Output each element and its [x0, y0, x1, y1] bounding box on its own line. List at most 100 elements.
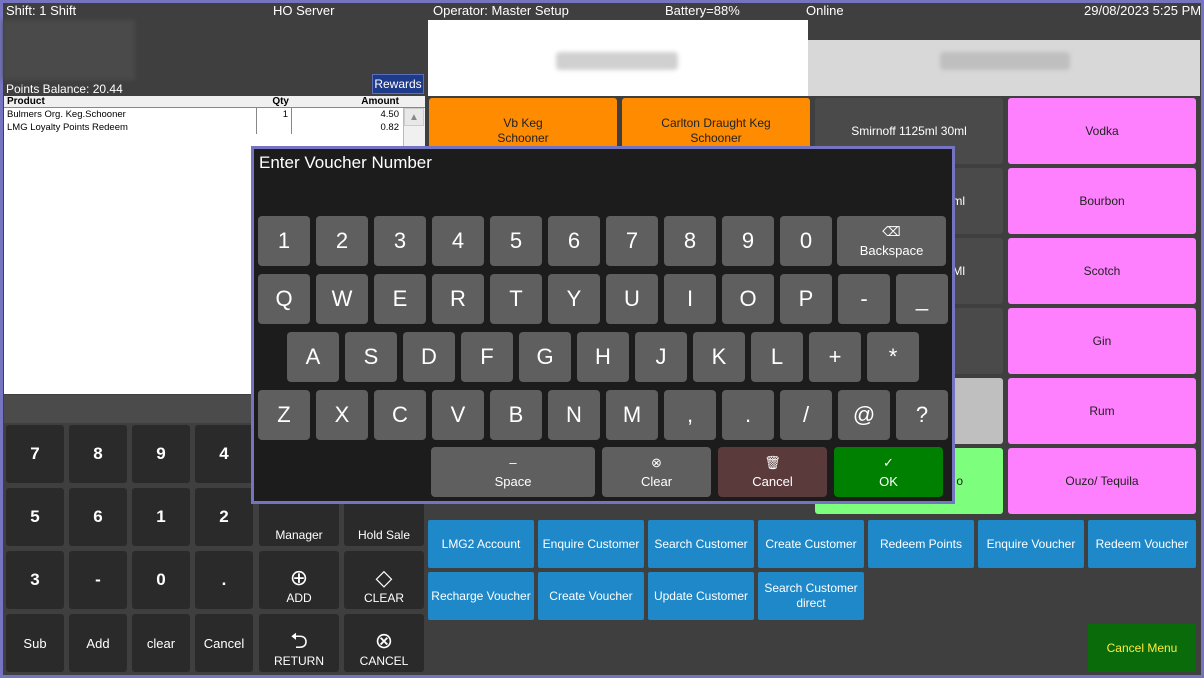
- key-row2-11[interactable]: _: [896, 274, 948, 324]
- plus-circle-icon: ⊕: [289, 565, 309, 590]
- key-row3-7[interactable]: K: [693, 332, 745, 382]
- search-customer-button[interactable]: Search Customer: [648, 520, 754, 568]
- key-row2-8[interactable]: O: [722, 274, 774, 324]
- keypad-minus[interactable]: -: [69, 551, 127, 609]
- key-row1-4[interactable]: 5: [490, 216, 542, 266]
- key-row1-3[interactable]: 4: [432, 216, 484, 266]
- key-row4-5[interactable]: N: [548, 390, 600, 440]
- key-row3-0[interactable]: A: [287, 332, 339, 382]
- redeem-voucher-button[interactable]: Redeem Voucher: [1088, 520, 1196, 568]
- space-key[interactable]: – Space: [431, 447, 595, 497]
- return-button[interactable]: ⮌ RETURN: [259, 614, 339, 672]
- enquire-voucher-button[interactable]: Enquire Voucher: [978, 520, 1084, 568]
- dialog-clear-button[interactable]: ⊗ Clear: [602, 447, 711, 497]
- search-customer-direct-button[interactable]: Search Customer direct: [758, 572, 864, 620]
- category-scotch[interactable]: Scotch: [1008, 238, 1196, 304]
- keypad-5[interactable]: 5: [6, 488, 64, 546]
- key-row4-11[interactable]: ?: [896, 390, 948, 440]
- keypad-2[interactable]: 2: [195, 488, 253, 546]
- keypad-add-button[interactable]: Add: [69, 614, 127, 672]
- redeem-points-button[interactable]: Redeem Points: [868, 520, 974, 568]
- key-row3-8[interactable]: L: [751, 332, 803, 382]
- cancel-menu-button[interactable]: Cancel Menu: [1088, 624, 1196, 672]
- table-row[interactable]: Bulmers Org. Keg.Schooner 1 4.50: [4, 108, 425, 121]
- key-row1-1[interactable]: 2: [316, 216, 368, 266]
- key-row4-3[interactable]: V: [432, 390, 484, 440]
- keypad-7[interactable]: 7: [6, 425, 64, 483]
- key-row3-10[interactable]: *: [867, 332, 919, 382]
- keypad-cancel-button[interactable]: Cancel: [195, 614, 253, 672]
- key-row4-8[interactable]: .: [722, 390, 774, 440]
- category-ouzo-tequila[interactable]: Ouzo/ Tequila: [1008, 448, 1196, 514]
- sub-button[interactable]: Sub: [6, 614, 64, 672]
- scroll-up-icon[interactable]: ▲: [404, 108, 424, 126]
- keypad-8[interactable]: 8: [69, 425, 127, 483]
- update-customer-button[interactable]: Update Customer: [648, 572, 754, 620]
- category-bourbon[interactable]: Bourbon: [1008, 168, 1196, 234]
- create-voucher-button[interactable]: Create Voucher: [538, 572, 644, 620]
- key-row3-6[interactable]: J: [635, 332, 687, 382]
- clear-button[interactable]: ◇ CLEAR: [344, 551, 424, 609]
- key-row2-7[interactable]: I: [664, 274, 716, 324]
- dialog-ok-button[interactable]: ✓ OK: [834, 447, 943, 497]
- key-row4-7[interactable]: ,: [664, 390, 716, 440]
- key-row2-4[interactable]: T: [490, 274, 542, 324]
- key-row2-0[interactable]: Q: [258, 274, 310, 324]
- keypad-0[interactable]: 0: [132, 551, 190, 609]
- key-row4-0[interactable]: Z: [258, 390, 310, 440]
- dialog-title: Enter Voucher Number: [259, 153, 432, 172]
- row-product: Bulmers Org. Keg.Schooner: [7, 109, 126, 120]
- key-row3-4[interactable]: G: [519, 332, 571, 382]
- key-row3-5[interactable]: H: [577, 332, 629, 382]
- key-row1-2[interactable]: 3: [374, 216, 426, 266]
- recharge-voucher-button[interactable]: Recharge Voucher: [428, 572, 534, 620]
- keypad-4[interactable]: 4: [195, 425, 253, 483]
- key-row1-5[interactable]: 6: [548, 216, 600, 266]
- key-row3-9[interactable]: +: [809, 332, 861, 382]
- clear-label: CLEAR: [363, 591, 404, 605]
- keypad-clear-button[interactable]: clear: [132, 614, 190, 672]
- manager-label: Manager: [275, 528, 323, 542]
- key-row3-2[interactable]: D: [403, 332, 455, 382]
- tab-label-blurred: [556, 52, 678, 70]
- key-row2-5[interactable]: Y: [548, 274, 600, 324]
- keypad-dot[interactable]: .: [195, 551, 253, 609]
- key-row4-4[interactable]: B: [490, 390, 542, 440]
- key-row4-2[interactable]: C: [374, 390, 426, 440]
- rewards-button[interactable]: Rewards: [372, 74, 424, 94]
- key-row4-6[interactable]: M: [606, 390, 658, 440]
- category-rum[interactable]: Rum: [1008, 378, 1196, 444]
- key-row1-9[interactable]: 0: [780, 216, 832, 266]
- key-row2-3[interactable]: R: [432, 274, 484, 324]
- table-row[interactable]: LMG Loyalty Points Redeem 0.82: [4, 121, 425, 134]
- key-row3-1[interactable]: S: [345, 332, 397, 382]
- cancel-sale-button[interactable]: ⊗ CANCEL: [344, 614, 424, 672]
- create-customer-button[interactable]: Create Customer: [758, 520, 864, 568]
- category-vodka[interactable]: Vodka: [1008, 98, 1196, 164]
- key-row2-6[interactable]: U: [606, 274, 658, 324]
- key-row2-1[interactable]: W: [316, 274, 368, 324]
- key-row2-10[interactable]: -: [838, 274, 890, 324]
- key-row1-7[interactable]: 8: [664, 216, 716, 266]
- tab-inactive[interactable]: [808, 40, 1200, 96]
- key-row3-3[interactable]: F: [461, 332, 513, 382]
- key-row2-9[interactable]: P: [780, 274, 832, 324]
- add-button[interactable]: ⊕ ADD: [259, 551, 339, 609]
- key-row4-9[interactable]: /: [780, 390, 832, 440]
- key-row4-1[interactable]: X: [316, 390, 368, 440]
- tab-active[interactable]: [428, 20, 808, 96]
- key-row1-8[interactable]: 9: [722, 216, 774, 266]
- dialog-cancel-button[interactable]: 🗑 Cancel: [718, 447, 827, 497]
- enquire-customer-button[interactable]: Enquire Customer: [538, 520, 644, 568]
- key-row4-10[interactable]: @: [838, 390, 890, 440]
- category-gin[interactable]: Gin: [1008, 308, 1196, 374]
- keypad-6[interactable]: 6: [69, 488, 127, 546]
- backspace-key[interactable]: ⌫ Backspace: [837, 216, 946, 266]
- keypad-3[interactable]: 3: [6, 551, 64, 609]
- key-row1-6[interactable]: 7: [606, 216, 658, 266]
- keypad-9[interactable]: 9: [132, 425, 190, 483]
- key-row2-2[interactable]: E: [374, 274, 426, 324]
- lmg2-account-button[interactable]: LMG2 Account: [428, 520, 534, 568]
- keypad-1[interactable]: 1: [132, 488, 190, 546]
- key-row1-0[interactable]: 1: [258, 216, 310, 266]
